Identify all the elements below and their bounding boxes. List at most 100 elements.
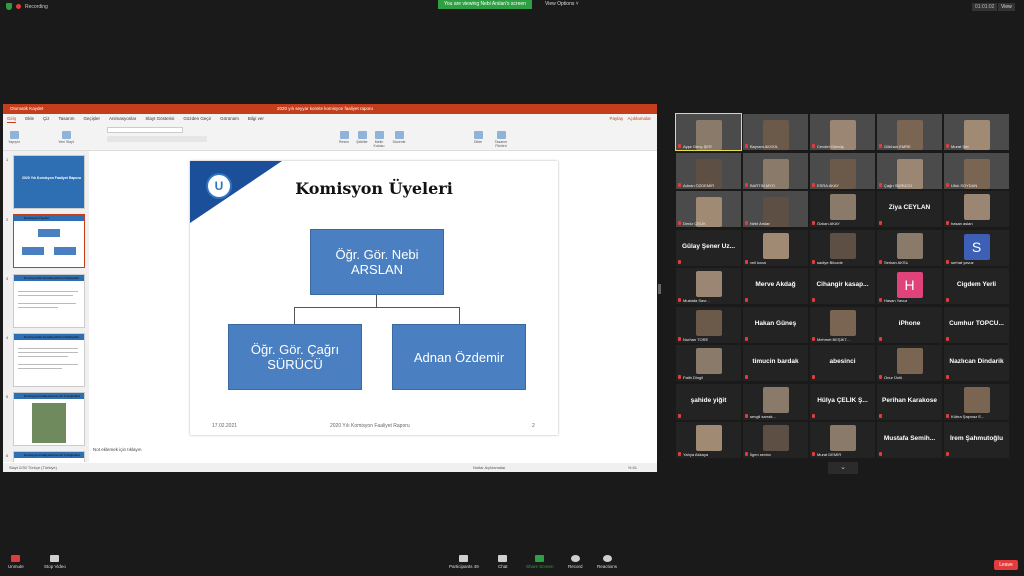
zoom-level[interactable]: % 61 xyxy=(628,463,637,472)
participant-tile[interactable]: Nazlıcan Dindarik xyxy=(944,345,1009,381)
tab-tasarim[interactable]: Tasarım xyxy=(59,114,75,123)
participant-tile[interactable]: Bayram AKGÜL xyxy=(743,114,808,150)
participant-tile[interactable]: Perihan Karakose xyxy=(877,383,942,420)
org-box-top[interactable]: Öğr. Gör. Nebi ARSLAN xyxy=(310,229,444,295)
participant-tile[interactable]: Gülay Şener Uz... xyxy=(676,229,741,266)
participant-tile[interactable]: Çağrı SÜRÜCÜ xyxy=(877,152,942,189)
participant-tile[interactable]: İlgen sevinc xyxy=(743,422,808,458)
slide-thumb-3[interactable]: Komisyonda Gerekleştirilen Faaliyetler xyxy=(13,274,85,328)
participant-tile[interactable]: Serkan AKSU xyxy=(877,229,942,266)
tab-gecisler[interactable]: Geçişler xyxy=(84,114,101,123)
microphone-muted-icon xyxy=(745,259,748,264)
participant-tile[interactable]: Hülya ÇELİK Ş... xyxy=(810,383,875,420)
participants-button[interactable]: Participants 49 xyxy=(449,555,479,569)
reactions-button[interactable]: Reactions xyxy=(597,555,617,569)
thumb-number: 1 xyxy=(6,157,9,162)
participant-name: Mehmet BEŞİKT... xyxy=(817,336,850,342)
participant-tile[interactable]: Sserhat yavuz xyxy=(944,229,1009,266)
participant-tile[interactable]: timucin bardak xyxy=(743,345,808,381)
participant-tile[interactable]: sadiye Bilozde xyxy=(810,229,875,266)
participant-tile[interactable]: Cevdet Gümüş xyxy=(810,114,875,150)
participant-tile[interactable]: Adnan ÖZDEMİR xyxy=(676,152,741,189)
participant-tile[interactable]: hasan aslan xyxy=(944,191,1009,227)
clipboard-icon xyxy=(9,131,19,139)
shapes-button[interactable]: Şekiller xyxy=(353,131,371,144)
record-button[interactable]: Record xyxy=(568,555,583,569)
slide-thumb-6[interactable]: Komisyon Faaliyetlerine Ait Fotoğraflar xyxy=(13,451,85,462)
leave-button[interactable]: Leave xyxy=(994,560,1018,570)
participant-tile[interactable]: Özkan AKAY xyxy=(810,191,875,227)
participant-photo xyxy=(829,232,856,259)
tab-slayt-gosterisi[interactable]: Slayt Gösterisi xyxy=(145,114,174,123)
participant-tile[interactable]: Gökhan EMRE xyxy=(877,114,942,150)
participant-tile[interactable]: Hakan Güneş xyxy=(743,306,808,343)
participant-tile[interactable]: Murat DEMİR xyxy=(810,422,875,458)
participant-tile[interactable]: Mustafa Semih... xyxy=(877,422,942,458)
participant-tile[interactable]: iPhone xyxy=(877,306,942,343)
participant-tile[interactable]: Mustafa Savr... xyxy=(676,268,741,304)
split-handle[interactable] xyxy=(658,284,661,294)
unmute-button[interactable]: Unmute xyxy=(8,555,24,569)
org-box-right[interactable]: Adnan Özdemir xyxy=(392,324,526,390)
tab-ciz[interactable]: Çiz xyxy=(43,114,50,123)
participant-tile[interactable]: Murat Şen xyxy=(944,114,1009,150)
tab-animasyonlar[interactable]: Animasyonlar xyxy=(109,114,136,123)
ribbon-tabs: Giriş Ekle Çiz Tasarım Geçişler Animasyo… xyxy=(3,114,657,123)
arrange-button[interactable]: Düzenle xyxy=(390,131,408,144)
participant-tile[interactable]: veli kocal xyxy=(743,229,808,266)
paste-button[interactable]: Yapıştır xyxy=(5,131,23,144)
stop-video-button[interactable]: Stop Video xyxy=(44,555,66,569)
participant-tile[interactable]: sevgil sarrak... xyxy=(743,383,808,420)
participant-tile[interactable]: Fatih Dingil xyxy=(676,345,741,381)
tab-ekle[interactable]: Ekle xyxy=(25,114,34,123)
participant-tile[interactable]: Deniz ÇELİK xyxy=(676,191,741,227)
participant-tile[interactable]: şahide yiğit xyxy=(676,383,741,420)
share-button[interactable]: Paylaş xyxy=(609,114,623,123)
participant-tile[interactable]: Merve Akdağ xyxy=(743,268,808,304)
slide-thumb-1[interactable]: 2020 Yılı Komisyon Faaliyet Raporu xyxy=(13,155,85,209)
dictate-button[interactable]: Dikte xyxy=(469,131,487,144)
participant-tile[interactable]: Ziya CEYLAN xyxy=(877,191,942,227)
view-button[interactable]: View xyxy=(998,3,1015,11)
notes-pane[interactable]: Not eklemek için tıklayın xyxy=(89,447,657,455)
slide-thumb-4[interactable]: Komisyonda Gerekleştirilen Faaliyetler xyxy=(13,333,85,387)
picture-button[interactable]: Resim xyxy=(335,131,353,144)
participant-tile[interactable]: BARTIN MYO xyxy=(743,152,808,189)
participant-tile[interactable]: Nurhan TORE xyxy=(676,306,741,343)
participant-tile[interactable]: Mehmet BEŞİKT... xyxy=(810,306,875,343)
participant-tile[interactable]: Yahya Akkaya xyxy=(676,422,741,458)
participant-tile[interactable]: Ufuk SOYDAN xyxy=(944,152,1009,189)
notes-comments-toggle[interactable]: Notlar Açıklamalar xyxy=(473,463,505,472)
participant-tile[interactable]: İrem Şahmutoğlu xyxy=(944,422,1009,458)
participant-tile[interactable]: H Hasan Yavuz xyxy=(877,268,942,304)
gallery-next-page-button[interactable]: ⌄ xyxy=(828,462,858,474)
font-name-box[interactable] xyxy=(107,127,183,133)
participant-tile[interactable]: Cihangir kasap... xyxy=(810,268,875,304)
participant-tile[interactable]: Ayşe Genç ŞER xyxy=(675,113,742,151)
participant-tile[interactable]: Nebi Arslan xyxy=(743,191,808,227)
slide-thumb-5[interactable]: Komisyon Faaliyetlerine Ait Fotoğraflar xyxy=(13,392,85,446)
participant-tile[interactable]: abesinci xyxy=(810,345,875,381)
designer-button[interactable]: Tasarım Fikirleri xyxy=(492,131,510,148)
tab-gorunum[interactable]: Görünüm xyxy=(220,114,239,123)
share-screen-button[interactable]: Share Screen xyxy=(526,555,554,569)
tab-gozden-gecir[interactable]: Gözden Geçir xyxy=(183,114,211,123)
font-format-group[interactable] xyxy=(107,136,207,142)
participant-tile[interactable]: Onur Ünlü xyxy=(877,345,942,381)
slide-thumb-2[interactable]: Komisyon Üyeleri xyxy=(13,214,85,268)
participant-tile[interactable]: Cumhur TOPCU... xyxy=(944,306,1009,343)
chat-button[interactable]: Chat xyxy=(498,555,508,569)
comments-button[interactable]: Açıklamalar xyxy=(627,114,651,123)
participant-name: ESRA AKAY xyxy=(817,182,839,188)
participant-tile[interactable]: Kübra Şaşmaz E... xyxy=(944,383,1009,420)
participants-icon xyxy=(459,555,469,562)
autosave-toggle[interactable]: Otomatik Kaydet xyxy=(10,104,43,114)
textbox-button[interactable]: Metin Kutusu xyxy=(370,131,388,148)
org-box-left[interactable]: Öğr. Gör. Çağrı SÜRÜCÜ xyxy=(228,324,362,390)
participant-tile[interactable]: ESRA AKAY xyxy=(810,152,875,189)
tab-giris[interactable]: Giriş xyxy=(7,114,17,123)
tab-bilgi-ver[interactable]: Bilgi ver xyxy=(248,114,264,123)
view-options-button[interactable]: View Options ˅ xyxy=(545,1,579,7)
new-slide-button[interactable]: Yeni Slayt xyxy=(57,131,75,144)
participant-tile[interactable]: Cigdem Yerli xyxy=(944,268,1009,304)
